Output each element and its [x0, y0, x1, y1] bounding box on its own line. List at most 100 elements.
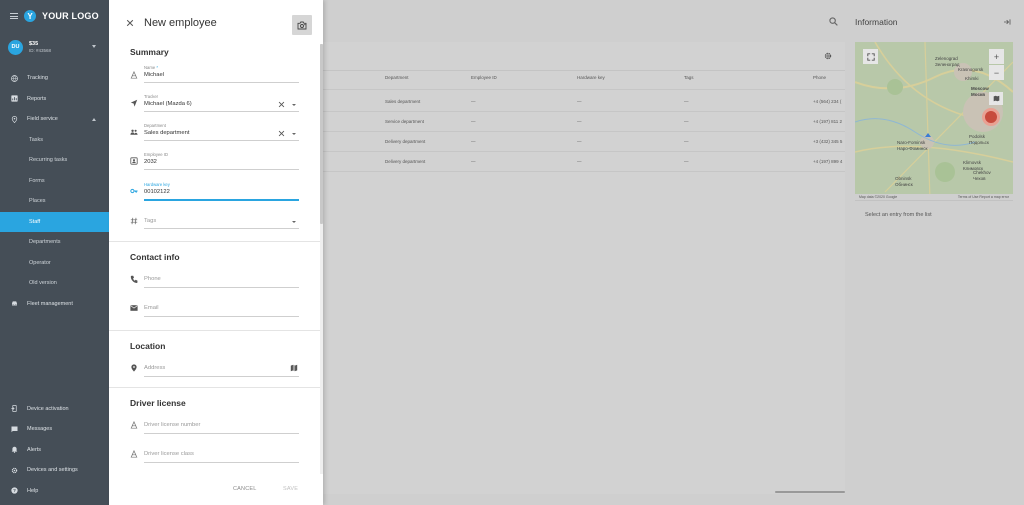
phone-field[interactable]: Phone	[109, 266, 323, 295]
sidebar-subitem-forms[interactable]: Forms	[0, 171, 109, 192]
column-header-hardware-key[interactable]: Hardware key	[577, 75, 605, 85]
tags-placeholder: Tags	[144, 218, 157, 224]
fullscreen-icon	[866, 52, 875, 61]
row-divider	[323, 131, 845, 132]
sidebar-item-label: Device activation	[27, 405, 69, 412]
gear-icon[interactable]	[824, 52, 832, 60]
sidebar-subitem-tasks[interactable]: Tasks	[0, 130, 109, 151]
cell-hardware-key: —	[577, 159, 582, 164]
department-field[interactable]: Department Sales department	[109, 119, 323, 148]
sidebar-subitem-places[interactable]: Places	[0, 191, 109, 212]
name-field[interactable]: Name * Michael	[109, 61, 323, 90]
sidebar-item-messages[interactable]: Messages	[0, 419, 109, 440]
hardware-key-value: 00102122	[144, 189, 170, 195]
sidebar-item-help[interactable]: ? Help	[0, 481, 109, 502]
cell-tags: —	[684, 159, 689, 164]
logo-row: Y YOUR LOGO	[0, 0, 109, 32]
name-label: Name	[144, 65, 156, 70]
driver-license-class-field[interactable]: Driver license class	[109, 441, 323, 470]
cell-phone: +3 (432) 345 5	[813, 139, 843, 144]
layers-button[interactable]	[989, 92, 1003, 105]
sidebar-item-alerts[interactable]: Alerts	[0, 440, 109, 461]
map[interactable]: + − Zelenograd Зеленоград Krasnogorsk Kh…	[855, 42, 1013, 200]
map-label: Москв	[971, 92, 985, 97]
sidebar-item-devices-settings[interactable]: Devices and settings	[0, 460, 109, 481]
device-icon	[11, 405, 17, 413]
map-label: Moscow	[971, 86, 989, 91]
sidebar-item-label: Fleet management	[27, 300, 73, 307]
form-body: Summary Name * Michael Tracker Michael (…	[109, 47, 323, 475]
sidebar-subitem-recurring-tasks[interactable]: Recurring tasks	[0, 150, 109, 171]
sidebar-item-field-service[interactable]: Field service	[0, 109, 109, 130]
menu-icon[interactable]	[10, 13, 18, 19]
sidebar-item-device-activation[interactable]: Device activation	[0, 399, 109, 420]
map-marker[interactable]	[982, 108, 1000, 126]
chevron-down-icon[interactable]	[292, 133, 296, 135]
map-terms-link[interactable]: Terms of Use Report a map error	[958, 195, 1009, 199]
chevron-down-icon[interactable]	[292, 104, 296, 106]
field-underline	[144, 433, 299, 434]
map-label: Чехов	[973, 176, 986, 181]
horizontal-scrollbar[interactable]	[775, 491, 845, 493]
cell-hardware-key: —	[577, 139, 582, 144]
cell-department: Delivery department	[385, 139, 426, 144]
sidebar-item-tracking[interactable]: Tracking	[0, 68, 109, 89]
hashtag-icon	[130, 217, 138, 225]
navigation-arrow-icon	[130, 99, 138, 107]
user-name: $35	[29, 41, 39, 47]
email-field[interactable]: Email	[109, 295, 323, 326]
driver-license-number-field[interactable]: Driver license number	[109, 412, 323, 441]
field-underline-focused	[144, 199, 299, 201]
hardware-key-field[interactable]: Hardware key 00102122	[109, 177, 323, 207]
tracker-field[interactable]: Tracker Michael (Mazda 6)	[109, 90, 323, 119]
clear-icon[interactable]	[278, 130, 285, 137]
scroll-fade	[109, 467, 323, 475]
cell-employee-id: —	[471, 99, 476, 104]
tags-field[interactable]: Tags	[109, 207, 323, 241]
map-icon[interactable]	[290, 364, 298, 372]
fullscreen-button[interactable]	[863, 49, 878, 64]
sidebar-subitem-staff[interactable]: Staff	[0, 211, 109, 232]
save-button[interactable]: SAVE	[283, 486, 298, 492]
sidebar-item-label: Tracking	[27, 75, 48, 82]
cell-tags: —	[684, 139, 689, 144]
cancel-button[interactable]: CANCEL	[233, 486, 257, 492]
department-value: Sales department	[144, 130, 190, 136]
cell-employee-id: —	[471, 139, 476, 144]
zoom-in-button[interactable]: +	[989, 49, 1004, 64]
hardware-key-label: Hardware key	[144, 182, 170, 187]
email-icon	[130, 305, 138, 311]
field-underline	[144, 82, 299, 83]
sidebar-item-reports[interactable]: Reports	[0, 89, 109, 110]
form-header: New employee	[109, 0, 323, 47]
column-header-employee-id[interactable]: Employee ID	[471, 75, 497, 85]
collapse-panel-icon[interactable]	[1003, 19, 1011, 25]
column-header-tags[interactable]: Tags	[684, 75, 694, 85]
pin-icon	[11, 115, 18, 123]
search-icon[interactable]	[829, 17, 838, 26]
form-scrollbar[interactable]	[320, 44, 323, 224]
sidebar: Y YOUR LOGO DU $35 ID: #43568 Tracking R…	[0, 0, 109, 505]
sidebar-subitem-operator[interactable]: Operator	[0, 253, 109, 274]
sidebar-item-fleet-management[interactable]: Fleet management	[0, 294, 109, 315]
map-attribution: Map data ©2020 Google	[859, 195, 898, 199]
add-photo-button[interactable]	[292, 15, 312, 35]
map-label: Obninsk	[895, 176, 912, 181]
employee-id-field[interactable]: Employee ID 2032	[109, 148, 323, 177]
map-label: Подольск	[969, 140, 989, 145]
group-icon	[130, 129, 138, 135]
column-header-phone[interactable]: Phone	[813, 75, 826, 85]
close-icon[interactable]	[126, 19, 134, 27]
address-field[interactable]: Address	[109, 355, 323, 387]
user-switcher[interactable]: DU $35 ID: #43568	[0, 32, 109, 62]
sidebar-subitem-departments[interactable]: Departments	[0, 232, 109, 253]
sidebar-item-label: Messages	[27, 426, 53, 433]
sidebar-subitem-old-version[interactable]: Old version	[0, 273, 109, 294]
driver-license-number-placeholder: Driver license number	[144, 422, 201, 428]
column-header-department[interactable]: Department	[385, 75, 409, 85]
cell-department: Sales department	[385, 99, 421, 104]
chevron-down-icon[interactable]	[292, 221, 296, 223]
map-label: Podolsk	[969, 134, 986, 139]
clear-icon[interactable]	[278, 101, 285, 108]
zoom-out-button[interactable]: −	[989, 65, 1004, 80]
